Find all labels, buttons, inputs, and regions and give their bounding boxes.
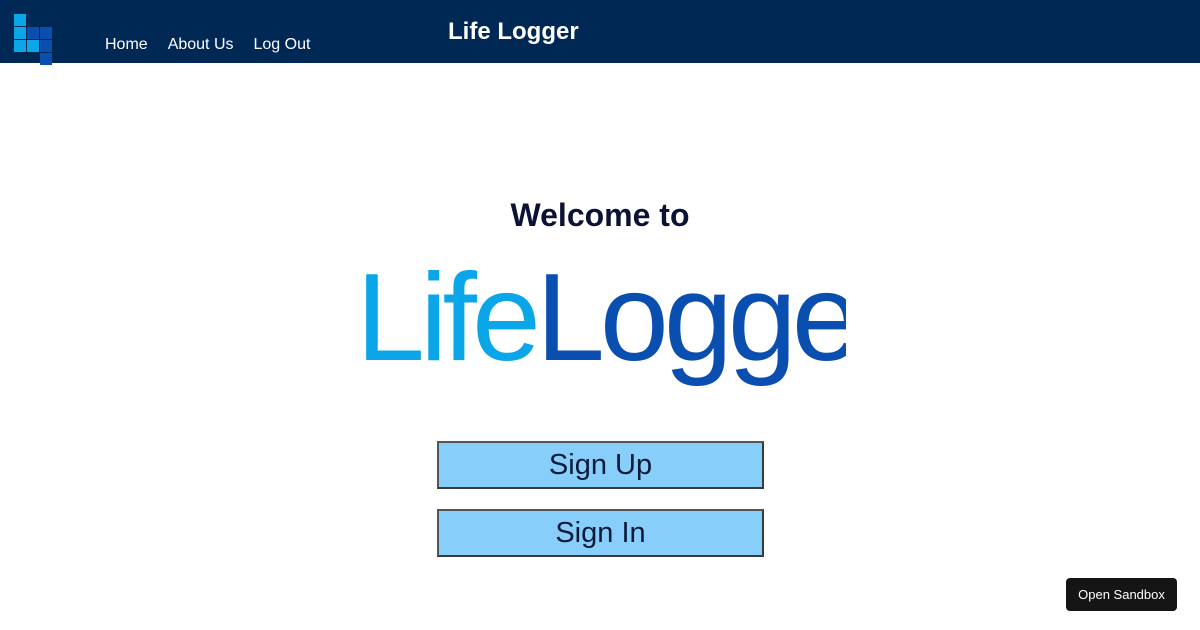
wordmark-logger: Logger — [536, 263, 846, 387]
app-title: Life Logger — [448, 18, 579, 45]
main-nav: Home About Us Log Out — [105, 36, 310, 54]
nav-link-home[interactable]: Home — [105, 36, 148, 54]
nav-link-about-us[interactable]: About Us — [168, 36, 234, 54]
svg-text:LifeLogger: LifeLogger — [356, 263, 846, 387]
lifelogger-wordmark-logo: LifeLogger — [356, 263, 846, 388]
sign-in-button[interactable]: Sign In — [437, 509, 764, 557]
lifelogger-blocks-logo-icon[interactable] — [14, 14, 56, 65]
wordmark-life: Life — [356, 263, 536, 387]
open-sandbox-button[interactable]: Open Sandbox — [1066, 578, 1177, 611]
sign-up-button[interactable]: Sign Up — [437, 441, 764, 489]
welcome-heading: Welcome to — [510, 197, 690, 233]
top-navigation-bar: Home About Us Log Out Life Logger — [0, 0, 1200, 65]
nav-link-log-out[interactable]: Log Out — [254, 36, 311, 54]
